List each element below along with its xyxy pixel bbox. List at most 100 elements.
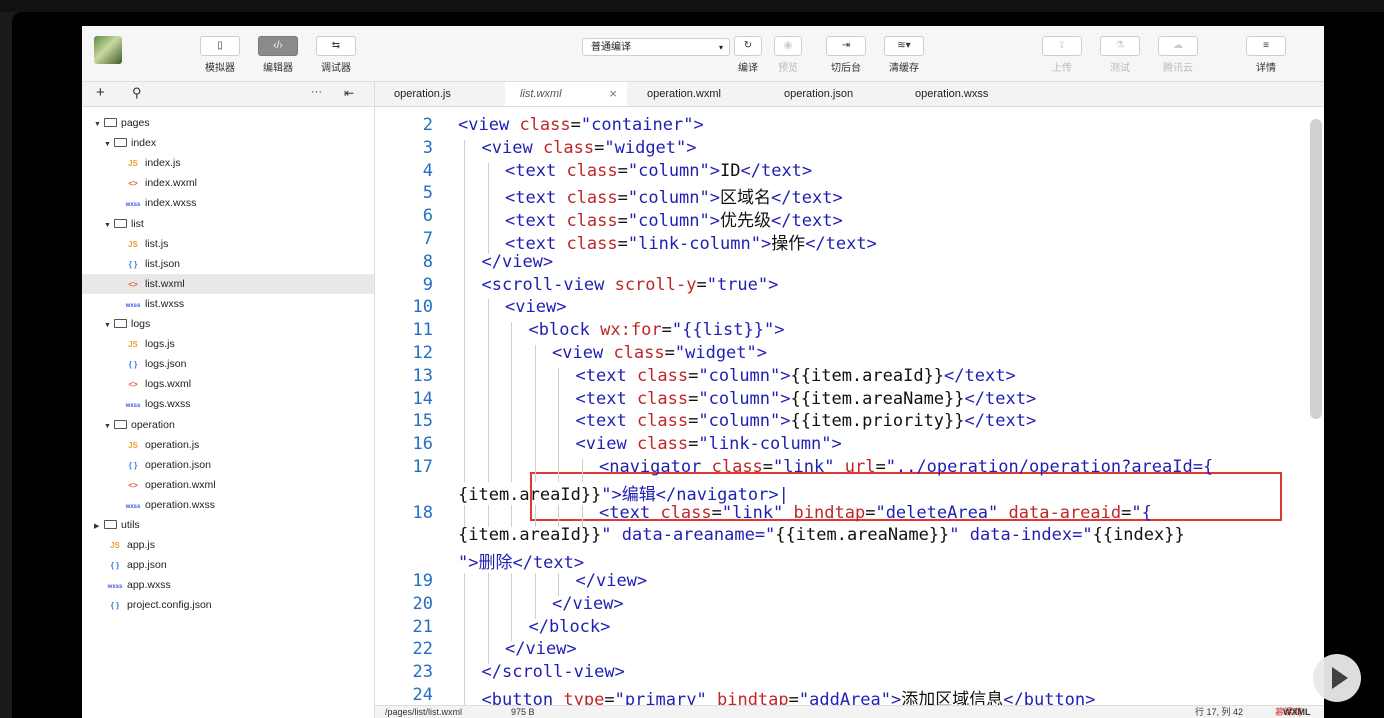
editor-button[interactable]: ‹/› 编辑器 <box>258 36 298 74</box>
chevron-down-icon[interactable]: ▼ <box>104 417 114 437</box>
tree-file[interactable]: <> index.wxml <box>82 173 374 193</box>
compile-button[interactable]: ↻ 编译 <box>734 36 762 74</box>
tree-folder[interactable]: ▼ logs <box>82 314 374 334</box>
js-file-icon: JS <box>128 340 138 350</box>
tab-operation-wxml[interactable]: operation.wxml <box>647 82 721 106</box>
chevron-down-icon[interactable]: ▼ <box>104 216 114 236</box>
preview-button[interactable]: ◉ 预览 <box>774 36 802 74</box>
clear-cache-button[interactable]: ≋▾ 清缓存 <box>884 36 924 74</box>
tab-list-wxml[interactable]: list.wxml × <box>505 82 627 106</box>
wxss-file-icon: wxss <box>125 202 141 209</box>
tree-folder[interactable]: ▼ pages <box>82 113 374 133</box>
editor-label: 编辑器 <box>263 63 293 74</box>
debugger-label: 调试器 <box>321 63 351 74</box>
tree-file[interactable]: { } project.config.json <box>82 595 374 615</box>
chevron-down-icon[interactable]: ▼ <box>104 135 114 155</box>
editor-scrollbar[interactable] <box>1310 119 1322 419</box>
wxss-file-icon: wxss <box>125 302 141 309</box>
tab-label: operation.wxss <box>915 88 989 100</box>
simulator-button[interactable]: ▯ 模拟器 <box>200 36 240 74</box>
code-line: {item.areaId}}" data-areaname="{{item.ar… <box>458 525 1185 546</box>
wxml-file-icon: <> <box>128 480 138 490</box>
line-number: 5 <box>422 183 433 204</box>
folder-icon <box>114 218 127 228</box>
line-number: 18 <box>412 502 433 523</box>
tree-file[interactable]: { } app.json <box>82 555 374 575</box>
code-line: <text class="column">优先级</text> <box>505 211 843 232</box>
tree-file[interactable]: { } operation.json <box>82 455 374 475</box>
tree-file[interactable]: wxss app.wxss <box>82 575 374 595</box>
tree-folder[interactable]: ▼ index <box>82 133 374 153</box>
tree-file[interactable]: JS list.js <box>82 234 374 254</box>
chevron-down-icon[interactable]: ▼ <box>104 316 114 336</box>
line-number: 8 <box>422 251 433 272</box>
indent-guide <box>558 459 559 482</box>
indent-guide <box>464 618 465 642</box>
tree-file[interactable]: <> list.wxml <box>82 273 374 294</box>
close-icon[interactable]: × <box>609 82 617 106</box>
switch-background-button[interactable]: ⇥ 切后台 <box>826 36 866 74</box>
compile-mode-select[interactable]: 普通编译 ▾ <box>582 38 730 56</box>
tree-file[interactable]: wxss logs.wxss <box>82 394 374 414</box>
tree-file[interactable]: wxss list.wxss <box>82 294 374 314</box>
tree-folder[interactable]: ▼ operation <box>82 415 374 435</box>
code-line: </view> <box>575 571 648 591</box>
upload-button[interactable]: ⇪ 上传 <box>1042 36 1082 74</box>
language-mode[interactable]: WXML <box>1283 706 1311 718</box>
indent-guide <box>511 504 512 528</box>
indent-guide <box>487 436 489 459</box>
tree-file[interactable]: <> operation.wxml <box>82 475 374 495</box>
indent-guide <box>558 390 559 414</box>
collapse-sidebar-icon[interactable]: ⇤ <box>344 86 354 100</box>
avatar[interactable] <box>94 36 122 64</box>
search-icon[interactable]: ⚲ <box>132 85 142 101</box>
tencent-cloud-button[interactable]: ☁ 腾讯云 <box>1158 36 1198 74</box>
tree-file[interactable]: JS app.js <box>82 535 374 555</box>
indent-guide <box>534 573 536 596</box>
tree-item-label: operation <box>131 418 175 431</box>
more-icon[interactable]: ··· <box>311 86 322 98</box>
tree-file[interactable]: <> logs.wxml <box>82 374 374 394</box>
line-number: 3 <box>422 137 433 158</box>
tab-operation-json[interactable]: operation.json <box>784 82 853 106</box>
indent-guide <box>511 595 512 619</box>
line-number: 13 <box>412 365 433 386</box>
tree-file[interactable]: wxss operation.wxss <box>82 495 374 515</box>
tree-file[interactable]: { } logs.json <box>82 354 374 374</box>
indent-guide <box>487 641 489 665</box>
tree-file[interactable]: wxss index.wxss <box>82 193 374 213</box>
tree-file[interactable]: JS index.js <box>82 153 374 173</box>
indent-guide <box>464 299 465 323</box>
tree-folder[interactable]: ▶ utils <box>82 515 374 535</box>
tree-item-label: index <box>131 137 157 150</box>
indent-guide <box>487 459 489 482</box>
folder-icon <box>104 118 117 127</box>
indent-guide <box>487 345 489 368</box>
details-button[interactable]: ≡ 详情 <box>1246 36 1286 74</box>
line-number: 16 <box>412 434 433 455</box>
tree-file[interactable]: JS logs.js <box>82 334 374 354</box>
tree-folder[interactable]: ▼ list <box>82 214 374 234</box>
code-line: <button type="primary" bindtap="addArea"… <box>481 690 1096 705</box>
menu-icon: ≡ <box>1246 36 1286 56</box>
indent-guide <box>511 459 512 482</box>
tree-item-label: app.json <box>127 559 167 572</box>
test-button[interactable]: ⚗ 测试 <box>1100 36 1140 74</box>
code-line: <text class="column">区域名</text> <box>505 188 843 209</box>
tab-operation-wxss[interactable]: operation.wxss <box>915 82 988 106</box>
editor-tabs-row: + ⚲ ··· ⇤ operation.js list.wxml × opera… <box>82 82 1324 107</box>
chevron-down-icon[interactable]: ▼ <box>94 115 104 135</box>
indent-guide <box>558 573 559 596</box>
tree-file[interactable]: { } list.json <box>82 254 374 274</box>
code-editor[interactable]: du 英 `, ☽ ⚙ 2<view class="container">3<v… <box>375 107 1324 705</box>
chevron-right-icon[interactable]: ▶ <box>94 517 104 537</box>
debugger-button[interactable]: ⇆ 调试器 <box>316 36 356 74</box>
tab-operation-js[interactable]: operation.js <box>394 82 451 106</box>
indent-guide <box>464 573 465 596</box>
play-icon[interactable] <box>1313 654 1361 702</box>
tree-file[interactable]: JS operation.js <box>82 435 374 455</box>
line-number: 15 <box>412 411 433 432</box>
add-icon[interactable]: + <box>96 84 105 101</box>
indent-guide <box>534 345 536 368</box>
indent-guide <box>487 595 489 619</box>
